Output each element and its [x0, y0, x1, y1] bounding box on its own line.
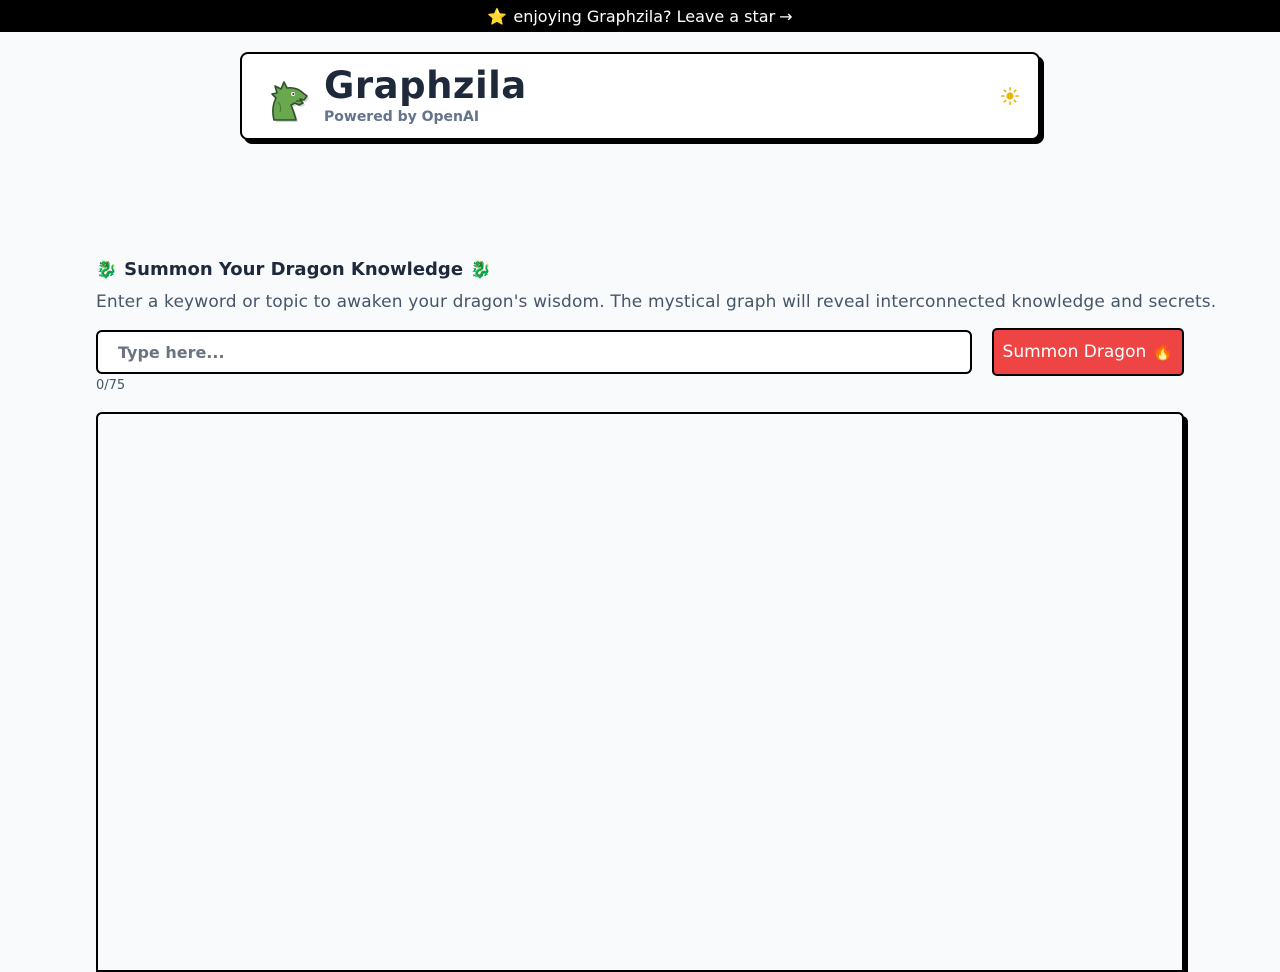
- app-title: Graphzila: [324, 64, 527, 107]
- app-header: Graphzila Powered by OpenAI: [240, 52, 1040, 140]
- app-subtitle: Powered by OpenAI: [324, 109, 480, 125]
- instructions-text: Enter a keyword or topic to awaken your …: [96, 292, 1217, 312]
- summon-button-label: Summon Dragon: [1002, 342, 1147, 362]
- star-banner-link[interactable]: ⭐ enjoying Graphzila? Leave a star →: [0, 0, 1280, 32]
- character-counter: 0/75: [96, 378, 126, 393]
- section-heading-text: Summon Your Dragon Knowledge: [124, 259, 464, 280]
- section-heading: 🐉 Summon Your Dragon Knowledge 🐉: [96, 258, 491, 282]
- summon-dragon-button[interactable]: Summon Dragon 🔥: [992, 328, 1184, 376]
- dragon-head-icon: [266, 74, 310, 122]
- fire-icon: 🔥: [1152, 342, 1174, 362]
- star-icon: ⭐: [487, 6, 508, 26]
- dragon-icon: 🐉: [470, 260, 492, 280]
- sun-icon: [1001, 87, 1019, 105]
- topic-input[interactable]: [96, 330, 972, 374]
- arrow-right-icon: →: [779, 6, 793, 26]
- graph-canvas[interactable]: [96, 412, 1184, 972]
- dragon-icon: 🐉: [96, 260, 118, 280]
- banner-text: enjoying Graphzila? Leave a star: [513, 6, 776, 26]
- theme-toggle-button[interactable]: [998, 84, 1022, 108]
